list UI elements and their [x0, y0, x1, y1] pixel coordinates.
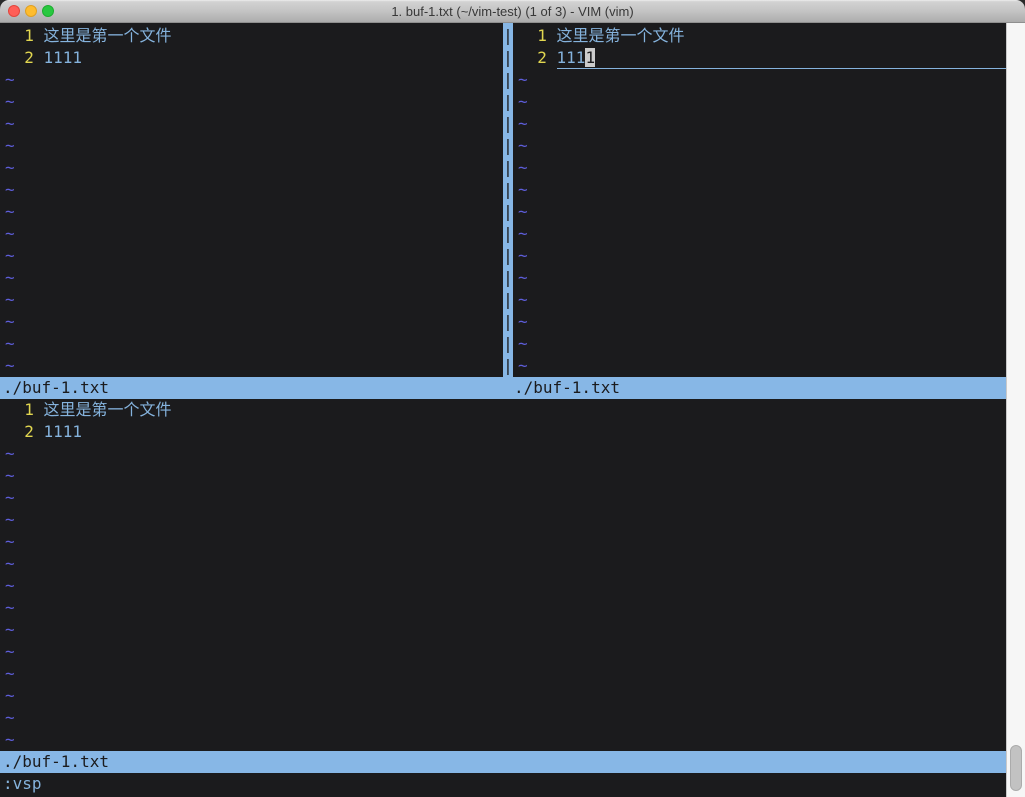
- empty-line[interactable]: ~: [0, 597, 1006, 619]
- separator-bar-glyph: |: [503, 47, 513, 69]
- empty-line[interactable]: ~: [0, 509, 1006, 531]
- buffer-line[interactable]: 1 这里是第一个文件: [0, 399, 1006, 421]
- separator-bar-glyph: |: [503, 311, 513, 333]
- command-text: :vsp: [3, 774, 42, 793]
- empty-line[interactable]: ~: [0, 135, 503, 157]
- empty-line[interactable]: ~: [0, 289, 503, 311]
- empty-line[interactable]: ~: [513, 69, 1006, 91]
- empty-line[interactable]: ~: [513, 223, 1006, 245]
- empty-line[interactable]: ~: [0, 245, 503, 267]
- separator-bar-glyph: |: [503, 69, 513, 91]
- empty-line[interactable]: ~: [513, 245, 1006, 267]
- vim-editor-area[interactable]: 1 这里是第一个文件 2 1111~~~~~~~~~~~~~~ ||||||||…: [0, 23, 1006, 797]
- empty-line[interactable]: ~: [0, 575, 1006, 597]
- empty-line[interactable]: ~: [0, 465, 1006, 487]
- empty-line[interactable]: ~: [0, 487, 1006, 509]
- separator-bar-glyph: |: [503, 267, 513, 289]
- status-filename-bottom: ./buf-1.txt: [3, 751, 109, 773]
- empty-line[interactable]: ~: [513, 113, 1006, 135]
- empty-line[interactable]: ~: [0, 311, 503, 333]
- empty-line[interactable]: ~: [0, 443, 1006, 465]
- status-filename-right: ./buf-1.txt: [514, 377, 620, 399]
- empty-line[interactable]: ~: [513, 333, 1006, 355]
- empty-line[interactable]: ~: [513, 179, 1006, 201]
- empty-line[interactable]: ~: [513, 201, 1006, 223]
- vim-cursor: 1: [585, 48, 595, 67]
- empty-line[interactable]: ~: [513, 157, 1006, 179]
- empty-line[interactable]: ~: [513, 289, 1006, 311]
- pane-bottom[interactable]: 1 这里是第一个文件 2 1111~~~~~~~~~~~~~~: [0, 399, 1006, 751]
- empty-line[interactable]: ~: [0, 707, 1006, 729]
- empty-line[interactable]: ~: [0, 553, 1006, 575]
- buffer-line[interactable]: 1 这里是第一个文件: [0, 25, 503, 47]
- empty-line[interactable]: ~: [0, 223, 503, 245]
- empty-line[interactable]: ~: [513, 91, 1006, 113]
- buffer-line[interactable]: 2 1111: [0, 421, 1006, 443]
- separator-bar-glyph: |: [503, 113, 513, 135]
- separator-bar-glyph: |: [503, 355, 513, 377]
- empty-line[interactable]: ~: [0, 729, 1006, 751]
- separator-bar-glyph: |: [503, 333, 513, 355]
- empty-line[interactable]: ~: [0, 641, 1006, 663]
- empty-line[interactable]: ~: [0, 619, 1006, 641]
- pane-top-left[interactable]: 1 这里是第一个文件 2 1111~~~~~~~~~~~~~~: [0, 25, 503, 377]
- empty-line[interactable]: ~: [0, 179, 503, 201]
- separator-bar-glyph: |: [503, 157, 513, 179]
- separator-bar-glyph: |: [503, 223, 513, 245]
- pane-top-right[interactable]: 1 这里是第一个文件 2 1111~~~~~~~~~~~~~~: [513, 25, 1006, 377]
- separator-bar-glyph: |: [503, 25, 513, 47]
- status-line-top[interactable]: ./buf-1.txt ./buf-1.txt: [0, 377, 1006, 399]
- separator-bar-glyph: |: [503, 135, 513, 157]
- empty-line[interactable]: ~: [0, 663, 1006, 685]
- empty-line[interactable]: ~: [0, 201, 503, 223]
- macvim-window: 1. buf-1.txt (~/vim-test) (1 of 3) - VIM…: [0, 0, 1025, 797]
- separator-bar-glyph: |: [503, 201, 513, 223]
- separator-bar-glyph: |: [503, 91, 513, 113]
- empty-line[interactable]: ~: [513, 311, 1006, 333]
- empty-line[interactable]: ~: [0, 113, 503, 135]
- separator-bar-glyph: |: [503, 289, 513, 311]
- title-bar[interactable]: 1. buf-1.txt (~/vim-test) (1 of 3) - VIM…: [0, 0, 1025, 23]
- empty-line[interactable]: ~: [513, 355, 1006, 377]
- empty-line[interactable]: ~: [0, 69, 503, 91]
- empty-line[interactable]: ~: [513, 135, 1006, 157]
- status-line-bottom[interactable]: ./buf-1.txt: [0, 751, 1006, 773]
- empty-line[interactable]: ~: [0, 91, 503, 113]
- window-title: 1. buf-1.txt (~/vim-test) (1 of 3) - VIM…: [0, 0, 1025, 23]
- empty-line[interactable]: ~: [0, 355, 503, 377]
- scrollbar-thumb[interactable]: [1010, 745, 1022, 791]
- command-line[interactable]: :vsp: [0, 773, 1006, 795]
- buffer-line[interactable]: 2 1111: [513, 47, 1006, 69]
- scrollbar-track[interactable]: [1006, 23, 1025, 797]
- separator-bar-glyph: |: [503, 245, 513, 267]
- status-filename-left: ./buf-1.txt: [3, 377, 109, 399]
- empty-line[interactable]: ~: [0, 333, 503, 355]
- empty-line[interactable]: ~: [0, 685, 1006, 707]
- vertical-split-separator[interactable]: ||||||||||||||||: [503, 23, 513, 377]
- separator-bar-glyph: |: [503, 179, 513, 201]
- empty-line[interactable]: ~: [0, 157, 503, 179]
- buffer-line[interactable]: 1 这里是第一个文件: [513, 25, 1006, 47]
- empty-line[interactable]: ~: [0, 531, 1006, 553]
- empty-line[interactable]: ~: [513, 267, 1006, 289]
- buffer-line[interactable]: 2 1111: [0, 47, 503, 69]
- empty-line[interactable]: ~: [0, 267, 503, 289]
